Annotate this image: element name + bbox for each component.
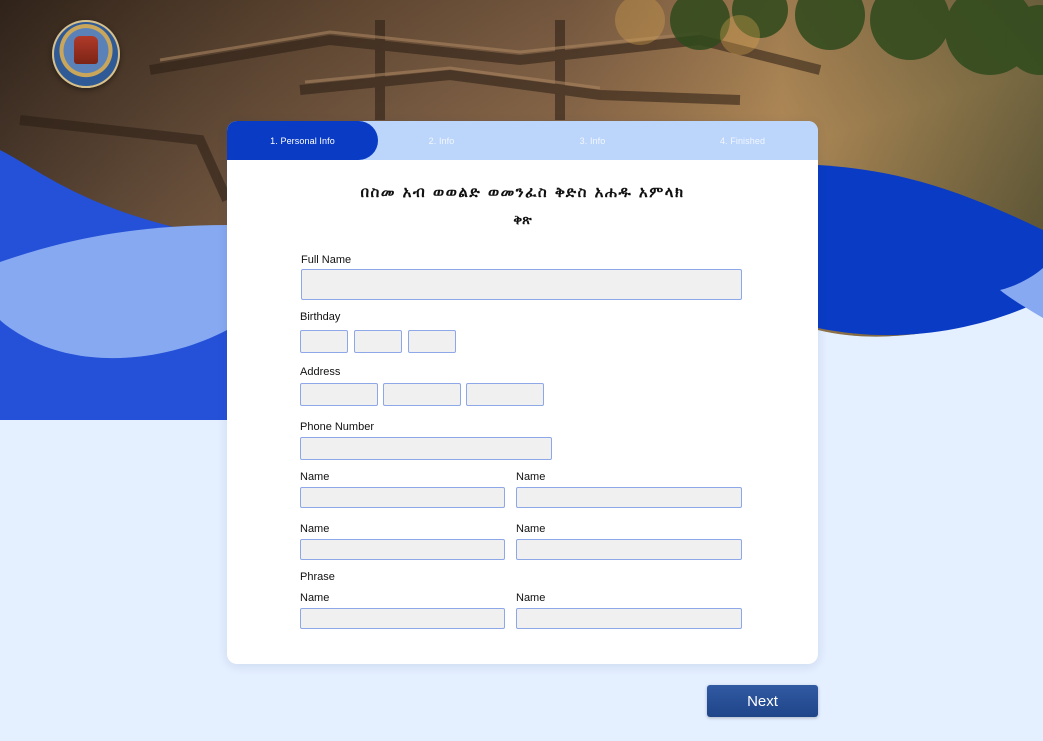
full-name-input[interactable] — [301, 269, 742, 300]
birthday-month-input[interactable] — [354, 330, 402, 353]
name-label: Name — [300, 523, 330, 535]
church-seal-logo — [52, 20, 120, 88]
address-input-2[interactable] — [383, 383, 461, 406]
form-title: በስመ አብ ወወልድ ወመንፈስ ቅድስ አሐዱ አምላክ — [360, 183, 685, 201]
address-label: Address — [300, 366, 341, 378]
address-input-1[interactable] — [300, 383, 378, 406]
phrase-name-input-2[interactable] — [516, 608, 742, 629]
phone-number-label: Phone Number — [300, 421, 374, 433]
address-input-3[interactable] — [466, 383, 544, 406]
name-label: Name — [300, 471, 330, 483]
birthday-day-input[interactable] — [300, 330, 348, 353]
name-input-2[interactable] — [516, 487, 742, 508]
phone-number-input[interactable] — [300, 437, 552, 460]
name-label: Name — [300, 592, 330, 604]
name-label: Name — [516, 471, 546, 483]
full-name-label: Full Name — [301, 254, 352, 266]
form-card: 1. Personal Info 2. Info 3. Info 4. Fini… — [227, 121, 818, 664]
step-progress-bar: 1. Personal Info 2. Info 3. Info 4. Fini… — [227, 121, 818, 160]
phrase-name-input-1[interactable] — [300, 608, 505, 629]
phrase-label: Phrase — [300, 571, 335, 583]
step-tab-personal-info[interactable]: 1. Personal Info — [227, 121, 378, 160]
next-button[interactable]: Next — [707, 685, 818, 717]
birthday-year-input[interactable] — [408, 330, 456, 353]
name-input-3[interactable] — [300, 539, 505, 560]
name-input-4[interactable] — [516, 539, 742, 560]
name-input-1[interactable] — [300, 487, 505, 508]
birthday-label: Birthday — [300, 311, 341, 323]
name-label: Name — [516, 592, 546, 604]
form-subtitle: ቅጽ — [513, 213, 532, 228]
name-label: Name — [516, 523, 546, 535]
